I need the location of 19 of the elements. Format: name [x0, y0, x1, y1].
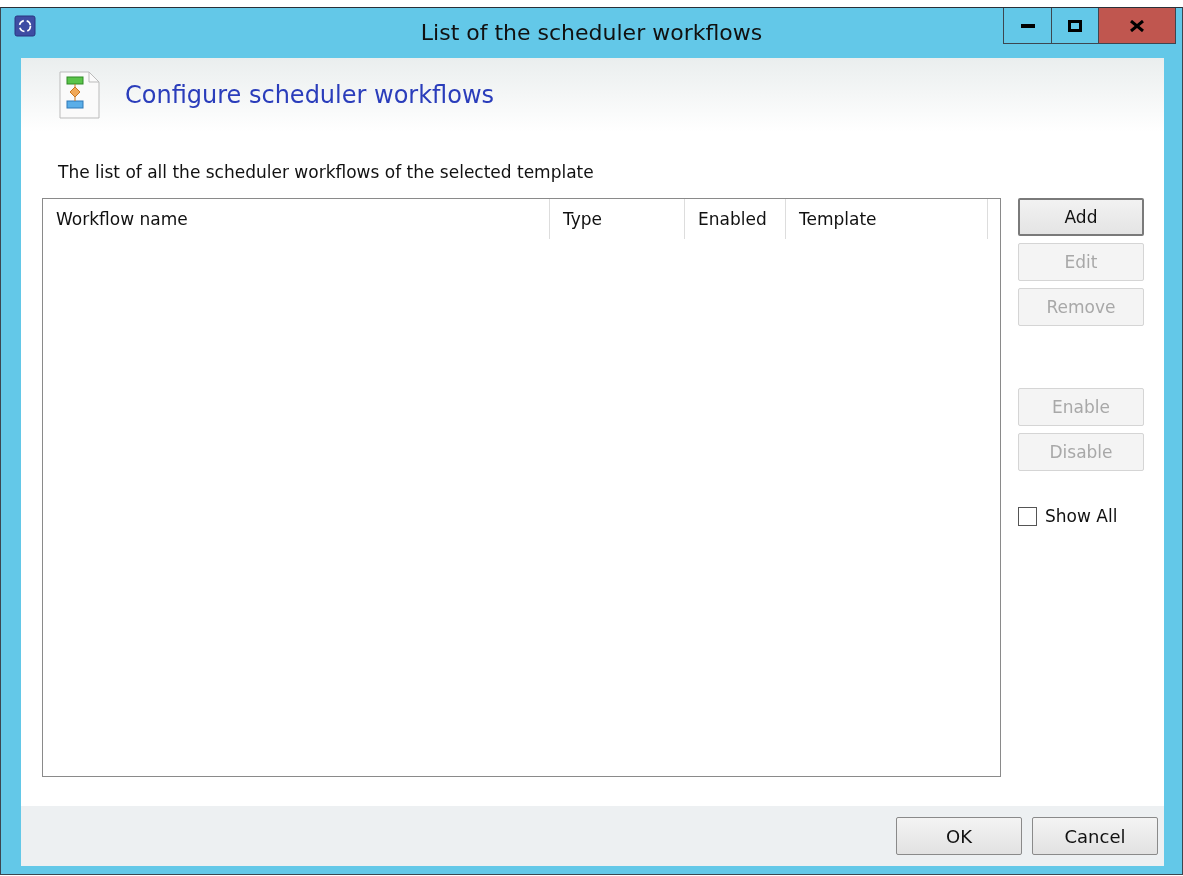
close-icon [1130, 19, 1144, 32]
workflow-document-icon [59, 71, 101, 119]
dialog-button[interactable]: Cancel [1032, 817, 1158, 855]
workflow-list[interactable]: Workflow name Type Enabled Template [42, 198, 1001, 777]
column-header[interactable]: Enabled [685, 199, 786, 239]
maximize-icon [1068, 19, 1082, 32]
column-header[interactable]: Workflow name [43, 199, 550, 239]
column-header[interactable]: Type [550, 199, 685, 239]
side-button[interactable]: Add [1018, 198, 1144, 236]
description-text: The list of all the scheduler workflows of the selected template [57, 161, 595, 184]
checkbox-label[interactable]: Show All [1045, 506, 1118, 526]
window-title: List of the scheduler workflows [419, 20, 764, 45]
close-button[interactable] [1098, 8, 1175, 43]
dialog-button[interactable]: OK [896, 817, 1022, 855]
app-icon [14, 15, 36, 37]
column-header[interactable]: Template [786, 199, 988, 239]
dialog-heading: Configure scheduler workflows [125, 81, 494, 109]
checkbox[interactable] [1018, 506, 1037, 526]
minimize-icon [1020, 22, 1035, 29]
